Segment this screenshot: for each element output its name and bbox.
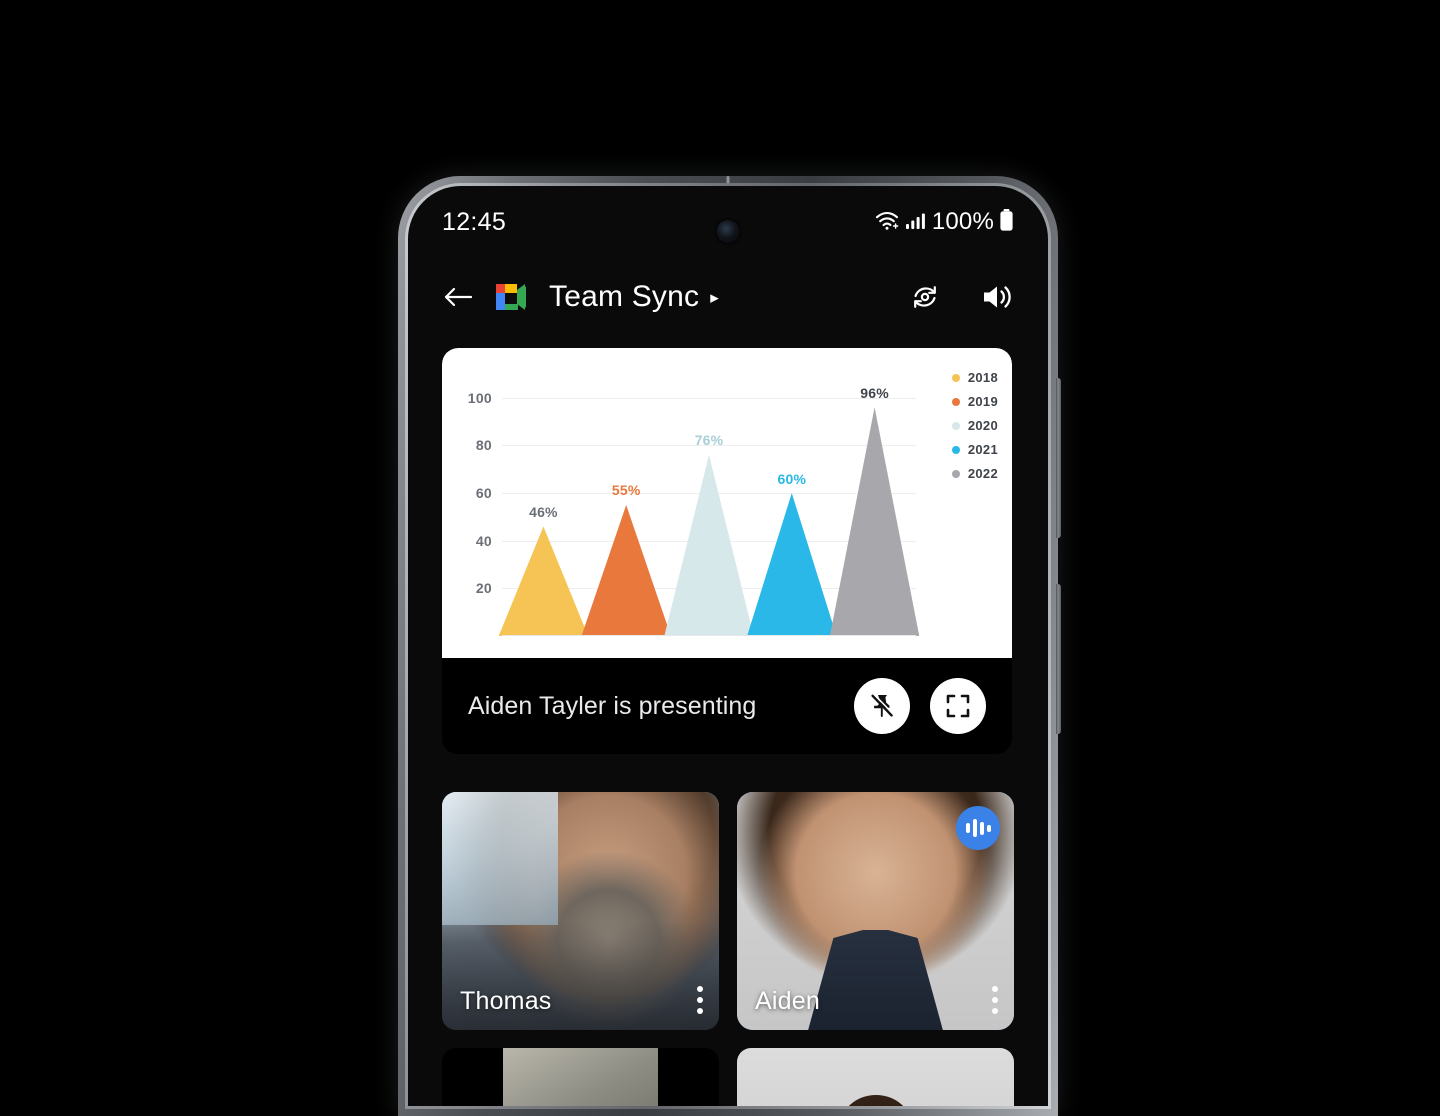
participant-grid: Thomas Aiden [442, 792, 1014, 1030]
chart-plot-area: 20 40 60 80 100 46% 55% 76% 60% 96% [468, 374, 920, 636]
chart-axis-baseline [502, 635, 916, 636]
app-bar: Team Sync ▸ [408, 258, 1048, 336]
legend-label: 2021 [967, 442, 998, 457]
chart-y-tick-label: 40 [475, 532, 492, 549]
google-meet-logo-icon [492, 280, 538, 314]
chart-legend: 2018 2019 2020 2021 2022 [951, 370, 998, 481]
participant-name: Aiden [755, 987, 820, 1015]
presenting-label: Aiden Tayler is presenting [468, 691, 757, 720]
chart-triangle-2021 [747, 493, 837, 636]
chart-data-label: 76% [694, 432, 724, 449]
cellular-signal-icon [905, 209, 927, 236]
legend-color-dot [951, 373, 960, 382]
legend-label: 2020 [967, 418, 998, 433]
power-button[interactable] [1056, 584, 1061, 734]
more-options-icon[interactable] [992, 986, 998, 1014]
back-button[interactable] [438, 277, 478, 317]
chart-triangle-2022 [829, 407, 920, 636]
participant-name: Thomas [460, 987, 552, 1015]
volume-button[interactable] [1056, 378, 1061, 538]
more-options-icon[interactable] [697, 986, 703, 1014]
switch-camera-icon[interactable] [904, 276, 946, 318]
chart-triangle-2018 [498, 526, 589, 636]
legend-color-dot [951, 445, 960, 454]
audio-waveform-icon [956, 806, 1000, 850]
fullscreen-button[interactable] [930, 678, 986, 734]
legend-color-dot [951, 397, 960, 406]
speaker-volume-icon[interactable] [976, 276, 1018, 318]
chart-triangle-2020 [664, 454, 754, 636]
chevron-right-icon: ▸ [710, 287, 719, 307]
legend-label: 2018 [967, 370, 998, 385]
chart-legend-item-2019: 2019 [951, 394, 998, 409]
battery-percent-label: 100% [931, 208, 994, 235]
status-indicators: 100% [874, 208, 1014, 237]
participant-video-partial-right [839, 1094, 912, 1106]
status-time: 12:45 [442, 207, 507, 236]
chart-y-tick-label: 80 [475, 437, 492, 454]
presented-chart: 20 40 60 80 100 46% 55% 76% 60% 96% 2018 2019 2020… [442, 348, 1012, 658]
legend-color-dot [951, 421, 960, 430]
participant-grid-next-row [442, 1048, 1014, 1106]
chart-data-label: 60% [777, 470, 807, 487]
phone-bezel: 12:45 100% Team Sync ▸ 20 40 60 80 100 4… [405, 183, 1051, 1109]
chart-y-tick-label: 60 [475, 485, 492, 502]
chart-data-label: 46% [529, 503, 558, 520]
legend-label: 2022 [967, 466, 998, 481]
phone-frame: 12:45 100% Team Sync ▸ 20 40 60 80 100 4… [398, 176, 1061, 1116]
battery-full-icon [999, 208, 1014, 237]
meeting-title-group[interactable]: Team Sync ▸ [492, 280, 890, 314]
participant-tile-partial-right[interactable] [737, 1048, 1014, 1106]
chart-legend-item-2020: 2020 [951, 418, 998, 433]
chart-series-triangles: 46% 55% 76% 60% 96% [498, 374, 920, 636]
chart-legend-item-2021: 2021 [951, 442, 998, 457]
unpin-button[interactable] [854, 678, 910, 734]
participant-tile-partial-left[interactable] [442, 1048, 719, 1106]
legend-label: 2019 [967, 394, 998, 409]
app-bar-actions [904, 276, 1018, 318]
presenting-actions [854, 678, 986, 734]
chart-data-label: 96% [860, 384, 889, 401]
chart-data-label: 55% [611, 482, 641, 499]
chart-triangle-2019 [581, 505, 671, 636]
wifi-plus-icon [874, 209, 900, 236]
chart-legend-item-2022: 2022 [951, 466, 998, 481]
legend-color-dot [951, 469, 960, 478]
chart-y-tick-label: 20 [475, 580, 492, 597]
chart-legend-item-2018: 2018 [951, 370, 998, 385]
participant-video-partial-left [502, 1048, 659, 1106]
presenting-bar: Aiden Tayler is presenting [442, 658, 1012, 754]
participant-tile-aiden[interactable]: Aiden [737, 792, 1014, 1030]
front-camera-punch-hole [716, 220, 740, 243]
chart-y-tick-label: 100 [467, 389, 492, 406]
participant-tile-thomas[interactable]: Thomas [442, 792, 719, 1030]
phone-screen: 12:45 100% Team Sync ▸ 20 40 60 80 100 4… [408, 186, 1048, 1106]
meeting-title: Team Sync [549, 280, 700, 313]
presentation-card[interactable]: 20 40 60 80 100 46% 55% 76% 60% 96% 2018 2019 2020… [442, 348, 1012, 754]
